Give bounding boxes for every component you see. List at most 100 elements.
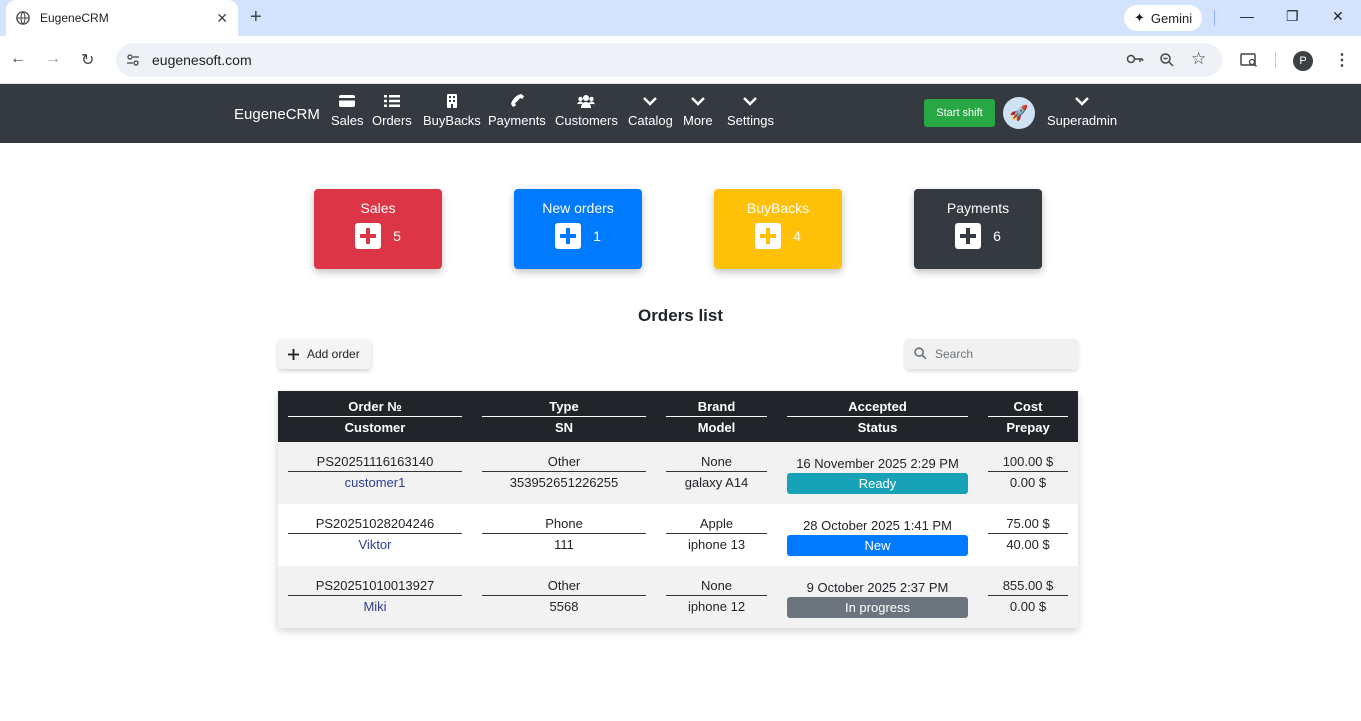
start-shift-button[interactable]: Start shift [924, 99, 995, 127]
bookmark-star-icon[interactable]: ☆ [1191, 49, 1206, 69]
reload-icon[interactable]: ↻ [81, 50, 94, 70]
header-model[interactable]: Model [666, 417, 767, 435]
plus-icon[interactable] [555, 223, 582, 249]
card-title: Payments [946, 200, 1010, 216]
menu-kebab-icon[interactable]: ⋮ [1334, 50, 1350, 70]
status-badge[interactable]: New [787, 535, 968, 556]
nav-item-label: Customers [555, 113, 618, 128]
card-new-orders[interactable]: New orders 1 [514, 189, 642, 269]
zoom-icon[interactable] [1159, 52, 1175, 68]
plus-icon[interactable] [955, 223, 982, 249]
divider [1275, 52, 1276, 68]
nav-item-label: More [683, 113, 713, 128]
add-order-button[interactable]: Add order [278, 339, 371, 369]
header-order-no[interactable]: Order № [288, 399, 462, 417]
cost: 75.00 $ [988, 516, 1068, 534]
profile-avatar[interactable]: P [1293, 51, 1313, 71]
status-badge[interactable]: Ready [787, 473, 968, 494]
status-badge[interactable]: In progress [787, 597, 968, 618]
card-title: New orders [542, 200, 614, 216]
user-name: Superadmin [1047, 113, 1118, 128]
nav-item-payments[interactable]: Payments [488, 94, 546, 128]
minimize-icon[interactable]: — [1240, 8, 1254, 24]
prepay: 40.00 $ [1006, 537, 1050, 552]
user-menu[interactable]: Superadmin [1047, 94, 1117, 128]
new-tab-icon[interactable]: + [250, 7, 262, 27]
add-order-label: Add order [307, 347, 360, 361]
url-text: eugenesoft.com [152, 52, 252, 68]
order-type: Phone [482, 516, 646, 534]
plus-icon[interactable] [355, 223, 382, 249]
search-placeholder: Search [935, 347, 974, 361]
card-count: 4 [793, 228, 801, 244]
key-icon[interactable] [1126, 52, 1144, 66]
rocket-icon: 🚀 [1009, 105, 1029, 122]
card-count: 5 [393, 228, 401, 244]
customer-link[interactable]: Viktor [288, 534, 462, 552]
nav-item-label: Sales [331, 113, 364, 128]
model: iphone 13 [687, 537, 746, 552]
browser-tab[interactable]: EugeneCRM ✕ [6, 0, 238, 36]
prepay: 0.00 $ [1009, 475, 1047, 490]
header-customer[interactable]: Customer [288, 417, 462, 435]
header-sn[interactable]: SN [482, 417, 646, 435]
brand-logo[interactable]: EugeneCRM [234, 106, 320, 123]
table-row[interactable]: PS20251028204246 Viktor Phone 111 Apple iph… [278, 504, 1078, 566]
gemini-button[interactable]: ✦ Gemini [1124, 5, 1203, 31]
customer-link[interactable]: Miki [288, 596, 462, 614]
chevron-down-icon [743, 97, 758, 106]
card-payments[interactable]: Payments 6 [914, 189, 1042, 269]
chevron-down-icon [643, 97, 658, 106]
accepted-date: 9 October 2025 2:37 PM [806, 580, 949, 595]
card-sales[interactable]: Sales 5 [314, 189, 442, 269]
header-accepted[interactable]: Accepted [787, 399, 968, 417]
cost: 855.00 $ [988, 578, 1068, 596]
nav-item-sales[interactable]: Sales [331, 94, 364, 128]
chevron-down-icon [690, 97, 705, 106]
search-input[interactable]: Search [905, 339, 1078, 369]
restore-icon[interactable]: ❐ [1286, 8, 1299, 25]
browser-tabbar: EugeneCRM ✕ + ✦ Gemini — ❐ ✕ [0, 0, 1361, 36]
cost: 100.00 $ [988, 454, 1068, 472]
nav-item-buybacks[interactable]: BuyBacks [423, 94, 481, 128]
header-prepay[interactable]: Prepay [988, 417, 1068, 435]
users-icon [577, 95, 596, 108]
back-icon[interactable]: ← [10, 50, 26, 68]
nav-item-orders[interactable]: Orders [372, 94, 412, 128]
nav-item-label: Settings [727, 113, 774, 128]
header-status[interactable]: Status [787, 417, 968, 435]
order-type: Other [482, 454, 646, 472]
avatar[interactable]: 🚀 [1003, 97, 1035, 129]
card-buybacks[interactable]: BuyBacks 4 [714, 189, 842, 269]
close-tab-icon[interactable]: ✕ [216, 10, 228, 27]
accepted-date: 28 October 2025 1:41 PM [803, 518, 952, 533]
header-brand[interactable]: Brand [666, 399, 767, 417]
prepay: 0.00 $ [1009, 599, 1047, 614]
close-window-icon[interactable]: ✕ [1332, 8, 1344, 25]
serial-number: 5568 [549, 599, 579, 614]
nav-item-catalog[interactable]: Catalog [628, 94, 673, 128]
table-row[interactable]: PS20251116163140 customer1 Other 353952651… [278, 442, 1078, 504]
forward-icon[interactable]: → [45, 50, 61, 68]
search-icon [914, 347, 927, 360]
header-type[interactable]: Type [482, 399, 646, 417]
accepted-date: 16 November 2025 2:29 PM [796, 456, 959, 471]
card-icon [339, 95, 356, 107]
customer-link[interactable]: customer1 [288, 472, 462, 490]
brand: None [666, 454, 767, 472]
nav-item-more[interactable]: More [683, 94, 713, 128]
brand: None [666, 578, 767, 596]
header-cost[interactable]: Cost [988, 399, 1068, 417]
address-bar[interactable]: eugenesoft.com [116, 43, 1222, 77]
card-count: 6 [993, 228, 1001, 244]
table-row[interactable]: PS20251010013927 Miki Other 5568 None iphon… [278, 566, 1078, 628]
nav-item-label: Orders [372, 113, 412, 128]
nav-item-settings[interactable]: Settings [727, 94, 774, 128]
site-settings-icon[interactable] [126, 53, 140, 67]
orders-table: Order № Customer Type SN Brand Model Accept… [278, 391, 1078, 628]
card-title: Sales [360, 200, 396, 216]
chevron-down-icon [1075, 97, 1089, 106]
nav-item-customers[interactable]: Customers [555, 94, 618, 128]
plus-icon[interactable] [755, 223, 782, 249]
tab-search-icon[interactable] [1240, 52, 1258, 68]
